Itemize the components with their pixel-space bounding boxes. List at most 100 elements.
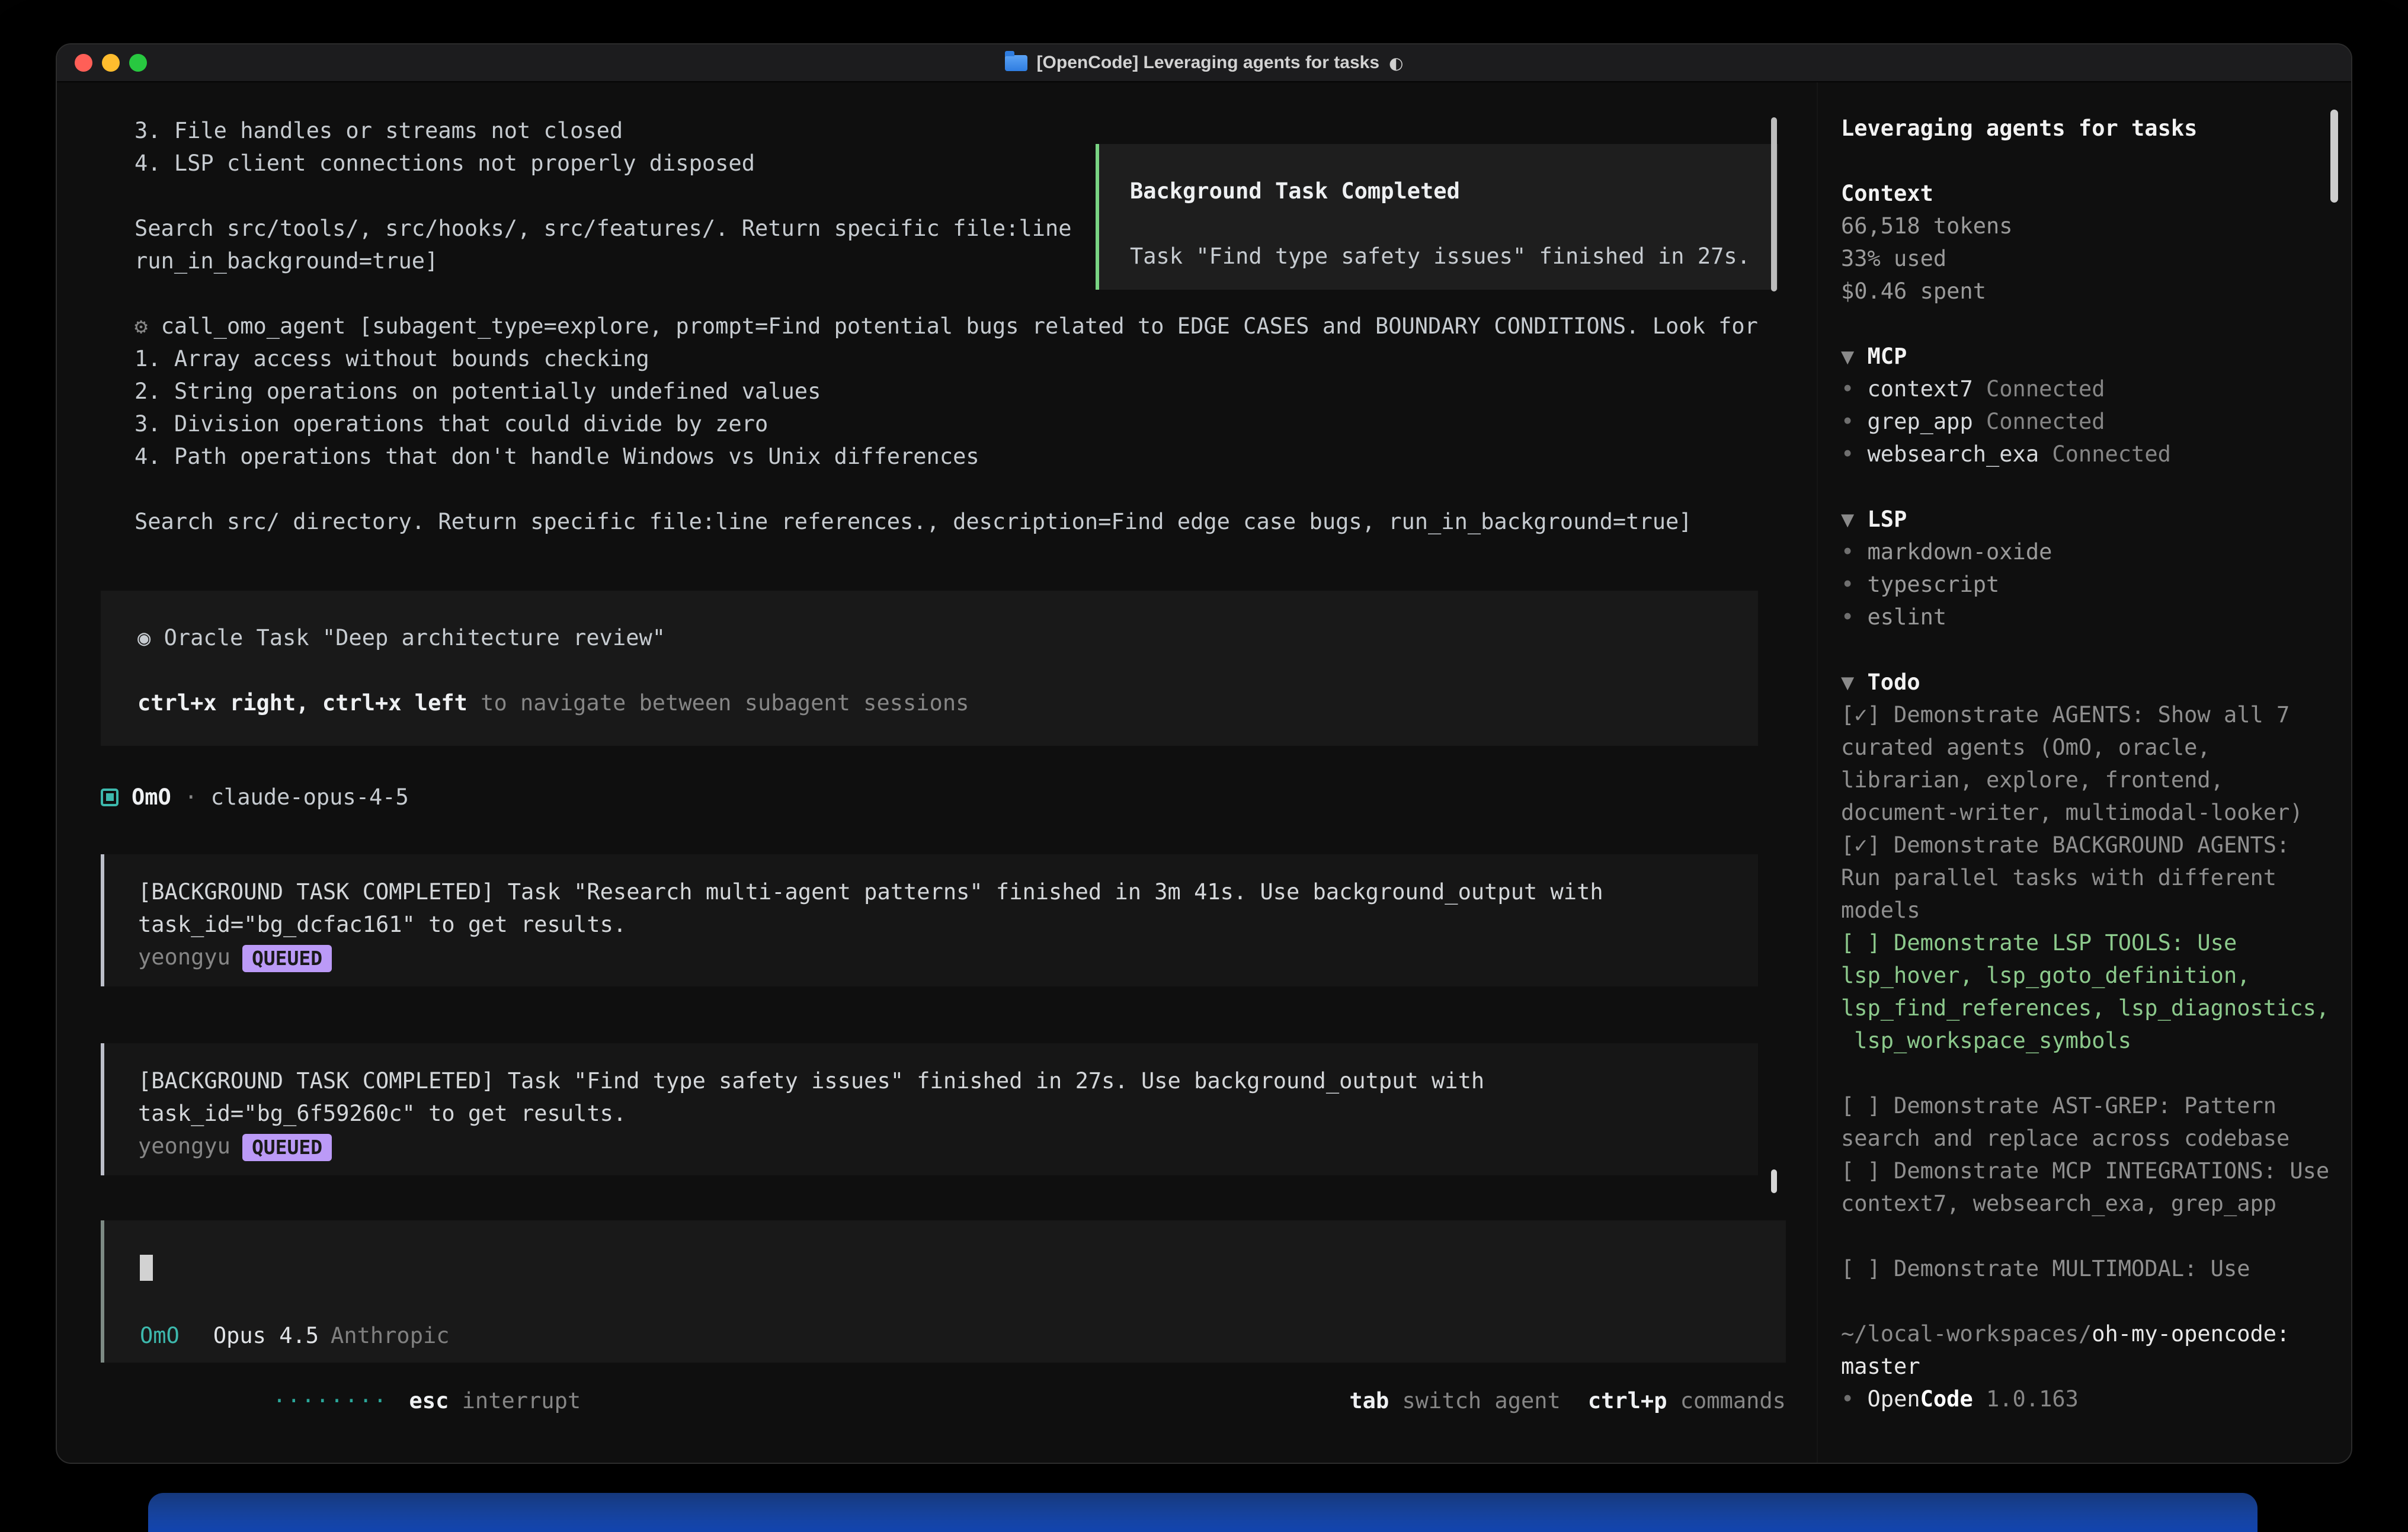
mcp-name: grep_app — [1868, 409, 1973, 434]
scrollback-line: 3. File handles or streams not closed — [101, 114, 1758, 147]
prompt-model: Opus 4.5 — [213, 1323, 319, 1348]
hint-text: to navigate between subagent sessions — [467, 690, 969, 716]
commands-key-hint: ctrl+p — [1588, 1388, 1667, 1414]
todo-heading: Todo — [1868, 669, 1920, 695]
mcp-heading: MCP — [1868, 344, 1907, 369]
close-button[interactable] — [75, 54, 92, 72]
spinner-dots: ········ — [273, 1388, 388, 1414]
oracle-task-title: ◉ Oracle Task "Deep architecture review" — [137, 621, 1758, 654]
app-version: • OpenCode 1.0.163 — [1841, 1383, 2333, 1415]
tool-call-item: 2. String operations on potentially unde… — [101, 375, 1758, 408]
todo-item: [ ] Demonstrate AST-GREP: Pattern search… — [1841, 1089, 2333, 1155]
prompt-agent-name: OmO — [140, 1323, 180, 1348]
tool-call-header: ⚙ call_omo_agent [subagent_type=explore,… — [101, 310, 1758, 342]
session-title: Leveraging agents for tasks — [1841, 112, 2333, 145]
message-line: [BACKGROUND TASK COMPLETED] Task "Resear… — [138, 876, 1758, 908]
folder-icon — [1005, 55, 1027, 71]
chevron-down-icon: ▼ — [1841, 669, 1868, 695]
context-tokens: 66,518 tokens — [1841, 210, 2333, 242]
mcp-name: websearch_exa — [1868, 441, 2039, 467]
prompt-input[interactable]: OmO Opus 4.5 Anthropic — [101, 1220, 1786, 1363]
message-author: yeongyu — [138, 944, 230, 970]
hint-keys: ctrl+x right, ctrl+x left — [137, 690, 467, 716]
status-right: tab switch agentctrl+p commands — [1191, 1352, 1786, 1450]
theme-icon: ◐ — [1389, 53, 1403, 73]
tool-call-text — [148, 313, 161, 339]
traffic-lights — [75, 44, 147, 81]
fisheye-icon: ◉ — [137, 625, 164, 650]
background-task-message: [BACKGROUND TASK COMPLETED] Task "Find t… — [101, 1043, 1758, 1175]
tab-key-label: switch agent — [1389, 1388, 1561, 1414]
background-window-strip[interactable] — [148, 1493, 2258, 1532]
workspace-repo: oh-my-opencode: — [2092, 1321, 2289, 1347]
transcript-scrollbar-thumb[interactable] — [1771, 1169, 1777, 1193]
todo-item: [ ] Demonstrate LSP TOOLS: Use lsp_hover… — [1841, 927, 2333, 1057]
agent-model: claude-opus-4-5 — [211, 781, 409, 813]
prompt-provider: Anthropic — [331, 1323, 449, 1348]
workspace-branch: master — [1841, 1350, 2333, 1383]
oracle-task-panel: ◉ Oracle Task "Deep architecture review"… — [101, 591, 1758, 746]
tool-call-footer: Search src/ directory. Return specific f… — [101, 505, 1758, 538]
background-task-toast: Background Task Completed Task "Find typ… — [1096, 144, 1778, 290]
main-scrollbar-thumb[interactable] — [1771, 117, 1777, 291]
minimize-button[interactable] — [102, 54, 120, 72]
context-spent: $0.46 spent — [1841, 275, 2333, 307]
esc-key-label: interrupt — [449, 1388, 581, 1414]
chevron-down-icon: ▼ — [1841, 507, 1868, 532]
mcp-item: • websearch_exa Connected — [1841, 438, 2333, 470]
terminal-window: [OpenCode] Leveraging agents for tasks ◐… — [56, 43, 2352, 1464]
window-title-text: [OpenCode] Leveraging agents for tasks — [1037, 53, 1379, 73]
agent-session-header[interactable]: OmO · claude-opus-4-5 — [101, 781, 1758, 813]
prompt-cursor-line — [140, 1251, 1786, 1284]
context-used: 33% used — [1841, 242, 2333, 275]
message-meta: yeongyu QUEUED — [138, 941, 1758, 973]
gear-icon: ⚙ — [135, 313, 148, 339]
mcp-status: Connected — [1973, 409, 2105, 434]
bullet-icon: • — [1841, 1386, 1868, 1412]
transcript-pane[interactable]: 3. File handles or streams not closed 4.… — [57, 82, 1817, 1463]
lsp-heading: LSP — [1868, 507, 1907, 532]
tool-call-item: 3. Division operations that could divide… — [101, 408, 1758, 440]
tool-call-item: 4. Path operations that don't handle Win… — [101, 440, 1758, 473]
mcp-name: context7 — [1868, 376, 1973, 402]
esc-key-hint: esc — [409, 1388, 449, 1414]
titlebar[interactable]: [OpenCode] Leveraging agents for tasks ◐ — [57, 44, 2351, 82]
chevron-down-icon: ▼ — [1841, 344, 1868, 369]
lsp-item: • eslint — [1841, 601, 2333, 633]
maximize-button[interactable] — [129, 54, 147, 72]
bullet-icon: • — [1841, 572, 1868, 597]
workspace-path-prefix: ~/local-workspaces/ — [1841, 1321, 2092, 1347]
toast-title: Background Task Completed — [1130, 175, 1778, 207]
mcp-item: • context7 Connected — [1841, 373, 2333, 405]
prompt-footer: OmO Opus 4.5 Anthropic — [140, 1319, 1786, 1352]
desktop: [OpenCode] Leveraging agents for tasks ◐… — [0, 0, 2408, 1532]
queued-badge: QUEUED — [242, 945, 332, 972]
todo-section-header[interactable]: ▼ Todo — [1841, 666, 2333, 698]
bullet-icon: • — [1841, 376, 1868, 402]
message-line: task_id="bg_6f59260c" to get results. — [138, 1097, 1758, 1130]
lsp-item: • typescript — [1841, 568, 2333, 601]
lsp-name: markdown-oxide — [1868, 539, 2052, 565]
todo-item: [ ] Demonstrate MCP INTEGRATIONS: Use co… — [1841, 1155, 2333, 1220]
toast-message: Task "Find type safety issues" finished … — [1130, 240, 1778, 273]
agent-name: OmO — [132, 781, 171, 813]
message-meta: yeongyuQUEUED — [138, 1130, 1758, 1162]
sidebar-scrollbar-thumb[interactable] — [2330, 110, 2338, 203]
app-version-number: 1.0.163 — [1973, 1386, 2079, 1412]
spacer — [101, 473, 1758, 505]
bullet-icon: • — [1841, 441, 1868, 467]
background-task-message: [BACKGROUND TASK COMPLETED] Task "Resear… — [101, 854, 1758, 986]
bullet-icon: • — [1841, 409, 1868, 434]
status-left: ········ esc interrupt — [114, 1352, 581, 1450]
bullet-icon: • — [1841, 539, 1868, 565]
navigation-hint: ctrl+x right, ctrl+x left to navigate be… — [137, 687, 1758, 719]
spacer — [137, 654, 1758, 687]
lsp-name: eslint — [1868, 604, 1947, 630]
oracle-task-title-text: Oracle Task "Deep architecture review" — [164, 625, 665, 650]
workspace-path: ~/local-workspaces/oh-my-opencode: — [1841, 1318, 2333, 1350]
message-line: task_id="bg_dcfac161" to get results. — [138, 908, 1758, 941]
lsp-section-header[interactable]: ▼ LSP — [1841, 503, 2333, 536]
mcp-section-header[interactable]: ▼ MCP — [1841, 340, 2333, 373]
tool-call-header-text: call_omo_agent [subagent_type=explore, p… — [161, 313, 1758, 339]
bullet-icon: • — [1841, 604, 1868, 630]
